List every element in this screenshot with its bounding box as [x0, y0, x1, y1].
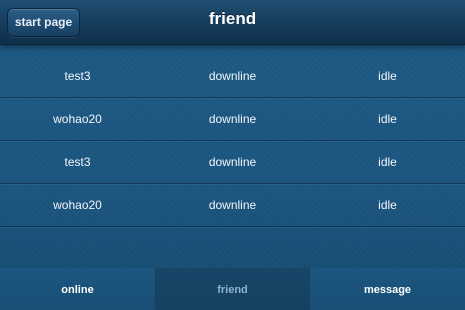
friend-status: downline — [208, 198, 257, 212]
tab-online[interactable]: online — [0, 268, 155, 310]
tab-message[interactable]: message — [310, 268, 465, 310]
friend-name: wohao20 — [53, 112, 102, 126]
tab-bar: online friend message — [0, 268, 465, 310]
friend-row[interactable]: test3 downline idle — [0, 141, 465, 184]
friend-status: downline — [208, 112, 257, 126]
friend-status: downline — [208, 69, 257, 83]
friend-name: test3 — [64, 69, 91, 83]
friend-row[interactable]: wohao20 downline idle — [0, 98, 465, 141]
friend-name: wohao20 — [53, 198, 102, 212]
friend-row[interactable]: wohao20 downline idle — [0, 184, 465, 227]
friend-state: idle — [378, 69, 397, 83]
friend-state: idle — [378, 198, 397, 212]
tab-friend[interactable]: friend — [155, 268, 310, 310]
friend-status: downline — [208, 155, 257, 169]
friend-state: idle — [378, 112, 397, 126]
page-title: friend — [208, 9, 257, 28]
app-screen: start page friend test3 downline idle wo… — [0, 0, 465, 310]
friend-row[interactable]: test3 downline idle — [0, 55, 465, 98]
navigation-bar: start page friend — [0, 0, 465, 45]
friend-list: test3 downline idle wohao20 downline idl… — [0, 55, 465, 227]
friend-name: test3 — [64, 155, 91, 169]
friend-state: idle — [378, 155, 397, 169]
start-page-button[interactable]: start page — [7, 8, 80, 37]
